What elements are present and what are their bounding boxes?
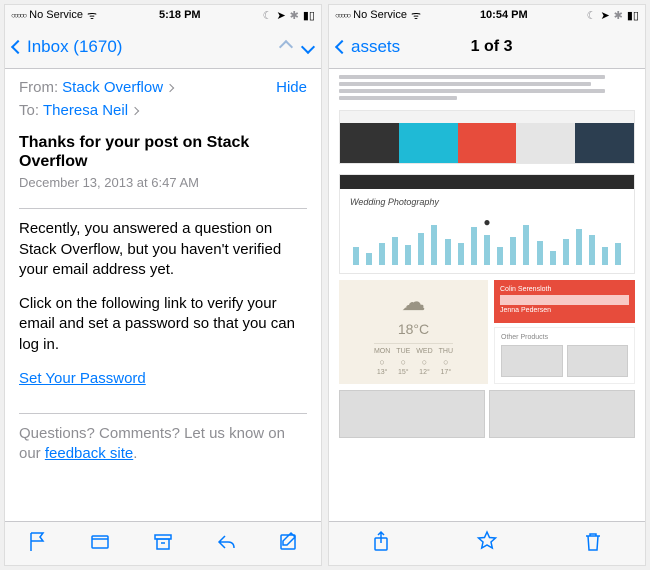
trash-button[interactable] [582, 530, 604, 557]
page-counter: 1 of 3 [471, 38, 513, 56]
thumb [567, 345, 629, 377]
bluetooth-icon: ✱ [290, 9, 299, 22]
feedback-link[interactable]: feedback site [45, 445, 133, 462]
widget-row: ☁ 18°C MON○13°TUE○15°WED○12°THU○17° Coli… [339, 280, 635, 384]
to-label: To: [19, 102, 39, 119]
divider [19, 208, 307, 209]
section-label: Other Products [501, 334, 628, 341]
photos-app-screen: ○○○○○ No Service ᯤ 10:54 PM ☾ ➤ ✱ ▮▯ ass… [328, 4, 646, 566]
moon-icon: ☾ [263, 9, 273, 22]
mail-toolbar [5, 521, 321, 565]
set-password-link[interactable]: Set Your Password [19, 370, 146, 387]
footer-text: Questions? Comments? Let us know on our … [19, 424, 307, 465]
divider [19, 413, 307, 414]
reply-button[interactable] [215, 530, 237, 557]
battery-icon: ▮▯ [627, 9, 639, 22]
share-button[interactable] [370, 530, 392, 557]
paragraph-2: Click on the following link to verify yo… [19, 294, 307, 355]
flag-button[interactable] [26, 530, 48, 557]
back-label: assets [351, 37, 400, 57]
wifi-icon: ᯤ [87, 8, 97, 23]
thumb [501, 345, 563, 377]
battery-icon: ▮▯ [303, 9, 315, 22]
chevron-right-icon [131, 106, 139, 114]
paragraph-1: Recently, you answered a question on Sta… [19, 219, 307, 280]
photos-toolbar [329, 521, 645, 565]
prev-message-button[interactable] [279, 39, 293, 53]
thumb [489, 390, 635, 438]
contact-1: Colin Serensloth [500, 286, 629, 293]
chevron-right-icon [166, 83, 174, 91]
favorite-button[interactable] [475, 529, 499, 558]
to-value[interactable]: Theresa Neil [43, 102, 128, 119]
chevron-left-icon [11, 39, 25, 53]
bottom-thumbs [339, 390, 635, 438]
folder-button[interactable] [89, 530, 111, 557]
chart-card: Wedding Photography ● [339, 174, 635, 274]
location-icon: ➤ [600, 9, 609, 22]
carrier-text: No Service [29, 9, 83, 21]
back-button[interactable]: assets [337, 37, 400, 57]
hide-details-button[interactable]: Hide [276, 79, 307, 96]
moon-icon: ☾ [587, 9, 597, 22]
carrier-text: No Service [353, 9, 407, 21]
nav-bar: assets 1 of 3 [329, 25, 645, 69]
compose-button[interactable] [278, 530, 300, 557]
chart-title: Wedding Photography [350, 197, 624, 207]
status-time: 5:18 PM [159, 9, 201, 21]
weather-widget: ☁ 18°C MON○13°TUE○15°WED○12°THU○17° [339, 280, 488, 384]
mail-app-screen: ○○○○○ No Service ᯤ 5:18 PM ☾ ➤ ✱ ▮▯ Inbo… [4, 4, 322, 566]
status-bar: ○○○○○ No Service ᯤ 10:54 PM ☾ ➤ ✱ ▮▯ [329, 5, 645, 25]
date-text: December 13, 2013 at 6:47 AM [19, 175, 307, 190]
status-bar: ○○○○○ No Service ᯤ 5:18 PM ☾ ➤ ✱ ▮▯ [5, 5, 321, 25]
thumb [339, 390, 485, 438]
mail-body: From: Stack Overflow Hide To: Theresa Ne… [5, 69, 321, 521]
back-button[interactable]: Inbox (1670) [13, 37, 122, 57]
sidebar-widgets: Colin Serensloth Jenna Pedersen Other Pr… [494, 280, 635, 384]
temperature: 18°C [398, 321, 429, 337]
status-time: 10:54 PM [480, 9, 528, 21]
location-icon: ➤ [276, 9, 285, 22]
paragraph-placeholder [339, 75, 635, 100]
subject-text: Thanks for your post on Stack Overflow [19, 133, 307, 171]
contact-2: Jenna Pedersen [500, 307, 629, 314]
from-value[interactable]: Stack Overflow [62, 79, 163, 96]
archive-button[interactable] [152, 530, 174, 557]
image-viewport[interactable]: Wedding Photography ● ☁ 18°C MON○13°TUE○… [329, 69, 645, 521]
from-label: From: [19, 79, 58, 96]
color-palette-card [339, 110, 635, 164]
chevron-left-icon [335, 39, 349, 53]
bluetooth-icon: ✱ [614, 9, 623, 22]
nav-bar: Inbox (1670) [5, 25, 321, 69]
signal-dots-icon: ○○○○○ [335, 11, 349, 20]
next-message-button[interactable] [301, 39, 315, 53]
signal-dots-icon: ○○○○○ [11, 11, 25, 20]
wifi-icon: ᯤ [411, 8, 421, 23]
weather-icon: ☁ [402, 288, 426, 317]
back-label: Inbox (1670) [27, 37, 122, 57]
